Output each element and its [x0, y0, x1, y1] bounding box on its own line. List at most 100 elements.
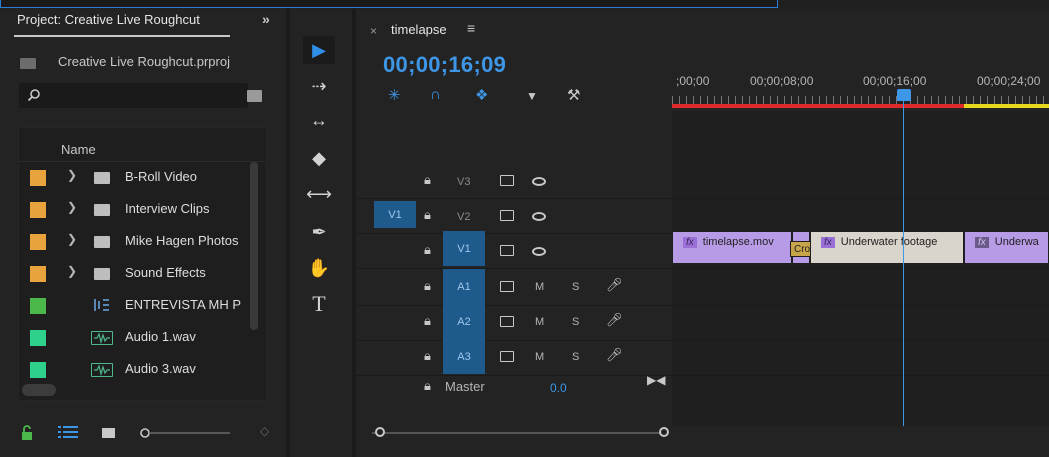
top-input-field[interactable] [0, 0, 778, 8]
list-item[interactable]: ❯ B-Roll Video [19, 162, 249, 193]
fx-badge: fx [683, 237, 697, 248]
scroll-start-handle[interactable] [375, 427, 385, 437]
clip-label: timelapse.mov [702, 236, 774, 248]
list-item[interactable]: ❯ Interview Clips [19, 194, 249, 225]
label-color-swatch[interactable] [30, 298, 46, 314]
zoom-stepper-icon[interactable]: ◇ [260, 424, 269, 438]
audio-file-icon [91, 331, 113, 345]
clip[interactable]: fx timelapse.mov [672, 231, 792, 264]
label-color-swatch[interactable] [30, 170, 46, 186]
label-color-swatch[interactable] [30, 362, 46, 378]
timeline-zoom-scrollbar[interactable] [372, 432, 668, 434]
mute-button[interactable]: M [535, 316, 544, 328]
list-item[interactable]: Audio 3.wav [19, 354, 249, 385]
audio-file-icon [91, 363, 113, 377]
lock-icon[interactable]: 🔒︎ [424, 172, 431, 188]
scroll-end-handle[interactable] [659, 427, 669, 437]
close-icon[interactable]: × [370, 24, 377, 38]
type-tool-icon[interactable]: T [303, 290, 335, 318]
label-color-swatch[interactable] [30, 266, 46, 282]
list-item[interactable]: Audio 1.wav [19, 322, 249, 353]
list-view-icon[interactable] [58, 425, 80, 439]
add-marker-icon[interactable]: ▼ [526, 89, 538, 103]
sync-lock-icon[interactable] [500, 175, 514, 186]
eye-icon[interactable] [532, 177, 546, 186]
track-target-a2[interactable]: A2 [443, 304, 485, 339]
list-item[interactable]: ❯ Mike Hagen Photos [19, 226, 249, 257]
label-color-swatch[interactable] [30, 330, 46, 346]
new-bin-icon[interactable] [247, 90, 262, 102]
list-item[interactable]: ❯ Sound Effects [19, 258, 249, 289]
ruler-ticks [672, 96, 1049, 104]
solo-button[interactable]: S [572, 316, 579, 328]
lock-icon[interactable]: 🔒︎ [424, 207, 431, 223]
solo-button[interactable]: S [572, 351, 579, 363]
track-target-v1[interactable]: V1 [443, 231, 485, 266]
lock-icon[interactable]: 🔒︎ [424, 313, 431, 329]
playhead-line[interactable] [903, 100, 904, 426]
column-header-name[interactable]: Name [61, 142, 96, 157]
solo-button[interactable]: S [572, 281, 579, 293]
sync-lock-icon[interactable] [500, 281, 514, 292]
track-select-tool-icon[interactable]: ⇢ [303, 72, 335, 100]
master-volume-value[interactable]: 0.0 [550, 381, 567, 395]
expand-arrow-icon[interactable]: ❯ [67, 264, 77, 278]
ruler-label: ;00;00 [676, 74, 710, 88]
folder-icon [94, 204, 110, 216]
snap-magnet-icon[interactable]: ∩ [430, 86, 441, 103]
wrench-icon[interactable]: ⚒ [567, 86, 580, 104]
razor-tool-icon[interactable]: ◆ [303, 144, 335, 172]
eye-icon[interactable] [532, 212, 546, 221]
clip[interactable]: fx Underwater footage [810, 231, 964, 264]
list-vertical-scrollbar[interactable] [250, 162, 258, 330]
lock-icon[interactable]: 🔒︎ [424, 278, 431, 294]
lock-icon[interactable]: 🔒︎ [424, 378, 431, 394]
search-input[interactable] [19, 83, 248, 108]
ripple-edit-tool-icon[interactable]: ↔ [303, 106, 335, 134]
project-tab[interactable]: Project: Creative Live Roughcut [17, 12, 200, 27]
lock-icon[interactable] [20, 425, 34, 441]
item-label: Interview Clips [125, 201, 210, 216]
eye-icon[interactable] [532, 247, 546, 256]
zoom-slider[interactable] [140, 428, 230, 438]
folder-icon [94, 172, 110, 184]
track-target-a1[interactable]: A1 [443, 269, 485, 304]
linked-selection-icon[interactable]: ❖ [475, 86, 488, 104]
sync-lock-icon[interactable] [500, 351, 514, 362]
expand-arrow-icon[interactable]: ❯ [67, 200, 77, 214]
hand-tool-icon[interactable]: ✋ [303, 254, 335, 282]
source-patch-v1[interactable]: V1 [374, 201, 416, 228]
panel-overflow-chevron-icon[interactable]: » [262, 11, 270, 27]
list-item[interactable]: ENTREVISTA MH P [19, 290, 249, 321]
clip[interactable]: fx Underwa [964, 231, 1049, 264]
expand-arrow-icon[interactable]: ❯ [67, 168, 77, 182]
mute-button[interactable]: M [535, 281, 544, 293]
nest-sequence-icon[interactable]: ✳ [388, 86, 401, 104]
playhead-handle[interactable] [897, 89, 911, 101]
sync-lock-icon[interactable] [500, 245, 514, 256]
timeline-bottom-bar [672, 426, 1049, 457]
master-end-icon[interactable]: ▶◀ [647, 373, 665, 387]
lock-icon[interactable]: 🔒︎ [424, 242, 431, 258]
panel-menu-icon[interactable]: ≡ [467, 20, 475, 36]
microphone-icon[interactable]: 🎤︎ [606, 277, 623, 293]
sync-lock-icon[interactable] [500, 316, 514, 327]
playhead-timecode[interactable]: 00;00;16;09 [383, 52, 506, 78]
sync-lock-icon[interactable] [500, 210, 514, 221]
microphone-icon[interactable]: 🎤︎ [606, 347, 623, 363]
item-label: ENTREVISTA MH P [125, 297, 242, 312]
slip-tool-icon[interactable]: ⟷ [303, 180, 335, 208]
list-horizontal-scrollbar[interactable] [22, 384, 56, 396]
timeline-tab[interactable]: timelapse [391, 22, 447, 37]
track-label: V2 [457, 211, 471, 223]
microphone-icon[interactable]: 🎤︎ [606, 312, 623, 328]
mute-button[interactable]: M [535, 351, 544, 363]
label-color-swatch[interactable] [30, 234, 46, 250]
icon-view-icon[interactable] [102, 428, 115, 438]
label-color-swatch[interactable] [30, 202, 46, 218]
expand-arrow-icon[interactable]: ❯ [67, 232, 77, 246]
pen-tool-icon[interactable]: ✒ [303, 218, 335, 246]
lock-icon[interactable]: 🔒︎ [424, 348, 431, 364]
track-target-a3[interactable]: A3 [443, 339, 485, 374]
selection-tool-icon[interactable]: ▶ [303, 36, 335, 64]
